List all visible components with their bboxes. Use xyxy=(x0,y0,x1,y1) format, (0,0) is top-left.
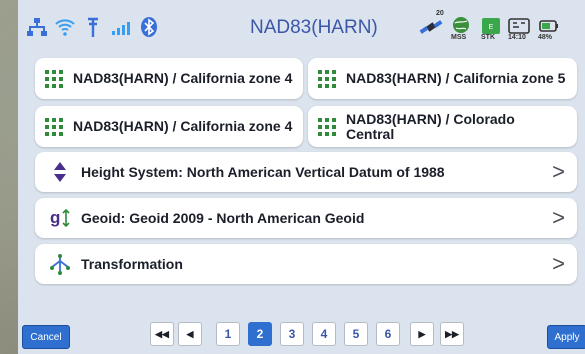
first-page-button[interactable]: ◀◀ xyxy=(150,322,174,346)
svg-text:E: E xyxy=(489,24,494,31)
cancel-button[interactable]: Cancel xyxy=(22,325,70,349)
prev-page-button[interactable]: ◀ xyxy=(178,322,202,346)
page-title: NAD83(HARN) xyxy=(250,17,378,38)
battery-icon: 48% xyxy=(536,14,562,41)
height-system-label: Height System: North American Vertical D… xyxy=(81,164,445,180)
chevron-right-icon: > xyxy=(552,159,565,184)
cellular-signal-icon xyxy=(108,14,134,40)
stake-icon: E STK xyxy=(478,14,504,41)
height-arrows-icon xyxy=(54,162,66,182)
stk-label: STK xyxy=(481,34,495,41)
system-card-3[interactable]: NAD83(HARN) / California zone 4 xyxy=(35,106,303,147)
svg-text:g: g xyxy=(50,208,60,227)
height-system-row[interactable]: Height System: North American Vertical D… xyxy=(35,152,577,192)
page-button-6[interactable]: 6 xyxy=(376,322,400,346)
transformation-row[interactable]: Transformation > xyxy=(35,244,577,284)
transformation-icon xyxy=(50,254,70,275)
chevron-right-icon: > xyxy=(552,251,565,276)
page-button-1[interactable]: 1 xyxy=(216,322,240,346)
system-card-label: NAD83(HARN) / California zone 5 xyxy=(346,70,566,86)
header-bar: NAD83(HARN) 20 MSS E STK 14:10 48% xyxy=(18,0,585,56)
apply-button[interactable]: Apply xyxy=(547,325,585,349)
system-card-label: NAD83(HARN) / California zone 4 xyxy=(73,118,293,134)
system-card-4[interactable]: NAD83(HARN) / Colorado Central xyxy=(308,106,577,147)
grid-icon xyxy=(45,69,63,88)
globe-mode-icon: MSS xyxy=(448,14,474,41)
clock-icon: 14:10 xyxy=(506,14,532,41)
network-icon xyxy=(24,14,50,40)
satellite-count: 20 xyxy=(436,10,444,17)
page-button-2[interactable]: 2 xyxy=(248,322,272,346)
page-button-4[interactable]: 4 xyxy=(312,322,336,346)
transformation-label: Transformation xyxy=(81,256,183,272)
grid-icon xyxy=(45,117,63,136)
chevron-right-icon: > xyxy=(552,205,565,230)
wifi-icon xyxy=(52,14,78,40)
geoid-label: Geoid: Geoid 2009 - North American Geoid xyxy=(81,210,365,226)
satellite-icon: 20 xyxy=(418,10,444,40)
geoid-row[interactable]: g Geoid: Geoid 2009 - North American Geo… xyxy=(35,198,577,238)
last-page-button[interactable]: ▶▶ xyxy=(440,322,464,346)
battery-label: 48% xyxy=(538,34,553,41)
system-card-label: NAD83(HARN) / Colorado Central xyxy=(346,110,515,142)
geoid-icon: g xyxy=(50,208,70,228)
antenna-icon xyxy=(80,14,106,40)
bluetooth-icon xyxy=(136,14,162,40)
grid-icon xyxy=(318,117,336,136)
grid-icon xyxy=(318,69,336,88)
time-label: 14:10 xyxy=(508,34,526,41)
system-card-2[interactable]: NAD83(HARN) / California zone 5 xyxy=(308,58,577,99)
system-card-1[interactable]: NAD83(HARN) / California zone 4 xyxy=(35,58,303,99)
system-card-label: NAD83(HARN) / California zone 4 xyxy=(73,70,293,86)
next-page-button[interactable]: ▶ xyxy=(410,322,434,346)
mode-label: MSS xyxy=(451,34,467,41)
page-button-3[interactable]: 3 xyxy=(280,322,304,346)
page-button-5[interactable]: 5 xyxy=(344,322,368,346)
